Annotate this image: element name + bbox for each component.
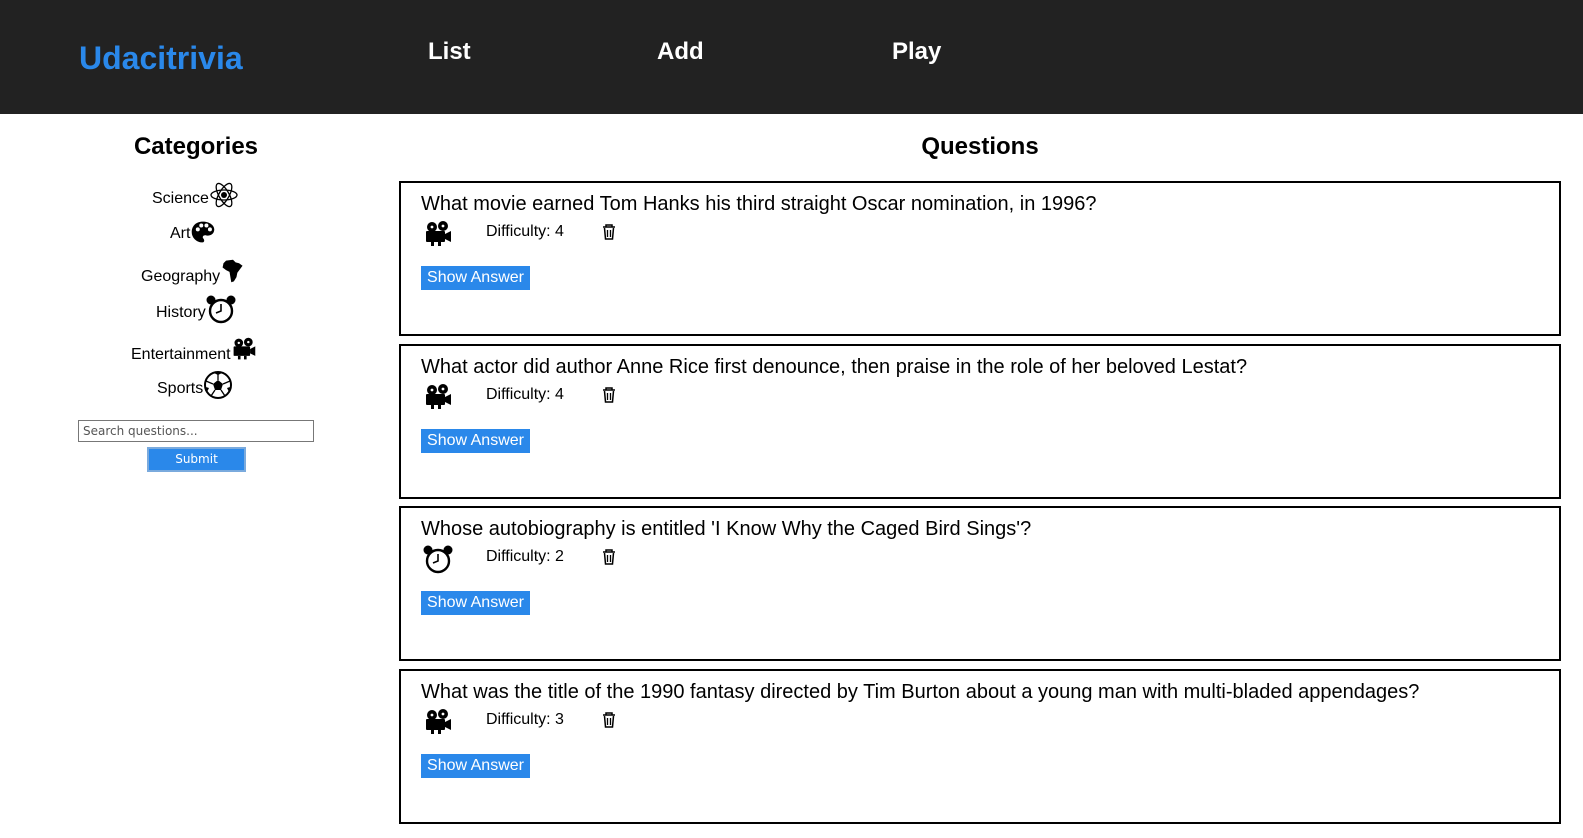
alarm-clock-icon bbox=[423, 544, 453, 574]
difficulty-label: Difficulty: 4 bbox=[486, 223, 564, 240]
palette-icon bbox=[190, 219, 216, 245]
film-projector-icon bbox=[231, 336, 257, 362]
category-geography[interactable]: Geography bbox=[141, 258, 246, 286]
category-sports[interactable]: Sports bbox=[157, 370, 233, 398]
film-projector-icon bbox=[423, 219, 453, 249]
trash-icon[interactable] bbox=[600, 223, 618, 241]
question-text: What was the title of the 1990 fantasy d… bbox=[421, 681, 1420, 703]
nav-add[interactable]: Add bbox=[657, 38, 704, 66]
film-projector-icon bbox=[423, 707, 453, 737]
nav-list[interactable]: List bbox=[428, 38, 471, 66]
question-text: Whose autobiography is entitled 'I Know … bbox=[421, 518, 1032, 540]
category-art[interactable]: Art bbox=[170, 219, 216, 243]
nav-play[interactable]: Play bbox=[892, 38, 941, 66]
category-label: Sports bbox=[157, 380, 204, 397]
question-card: What was the title of the 1990 fantasy d… bbox=[399, 669, 1561, 824]
question-card: What actor did author Anne Rice first de… bbox=[399, 344, 1561, 499]
alarm-clock-icon bbox=[206, 294, 236, 324]
show-answer-button[interactable]: Show Answer bbox=[421, 754, 530, 778]
question-text: What actor did author Anne Rice first de… bbox=[421, 356, 1248, 378]
difficulty-label: Difficulty: 4 bbox=[486, 386, 564, 403]
category-label: Entertainment bbox=[131, 346, 231, 363]
film-projector-icon bbox=[423, 382, 453, 412]
atom-icon bbox=[209, 180, 239, 210]
trash-icon[interactable] bbox=[600, 548, 618, 566]
category-label: History bbox=[156, 304, 206, 321]
category-entertainment[interactable]: Entertainment bbox=[131, 336, 257, 364]
search-input[interactable] bbox=[78, 420, 314, 442]
trash-icon[interactable] bbox=[600, 711, 618, 729]
question-card: Whose autobiography is entitled 'I Know … bbox=[399, 506, 1561, 661]
category-label: Geography bbox=[141, 268, 221, 285]
soccer-ball-icon bbox=[203, 370, 233, 400]
top-navbar: Udacitrivia List Add Play bbox=[0, 0, 1583, 114]
category-science[interactable]: Science bbox=[152, 180, 239, 208]
question-text: What movie earned Tom Hanks his third st… bbox=[421, 193, 1097, 215]
africa-map-icon bbox=[220, 258, 246, 284]
category-label: Art bbox=[170, 225, 191, 242]
trash-icon[interactable] bbox=[600, 386, 618, 404]
category-history[interactable]: History bbox=[156, 294, 236, 322]
questions-heading: Questions bbox=[921, 133, 1039, 160]
show-answer-button[interactable]: Show Answer bbox=[421, 591, 530, 615]
show-answer-button[interactable]: Show Answer bbox=[421, 266, 530, 290]
categories-heading: Categories bbox=[133, 133, 259, 160]
difficulty-label: Difficulty: 3 bbox=[486, 711, 564, 728]
category-label: Science bbox=[152, 190, 209, 207]
show-answer-button[interactable]: Show Answer bbox=[421, 429, 530, 453]
difficulty-label: Difficulty: 2 bbox=[486, 548, 564, 565]
question-card: What movie earned Tom Hanks his third st… bbox=[399, 181, 1561, 336]
app-logo[interactable]: Udacitrivia bbox=[79, 40, 243, 77]
submit-button[interactable]: Submit bbox=[147, 447, 246, 472]
